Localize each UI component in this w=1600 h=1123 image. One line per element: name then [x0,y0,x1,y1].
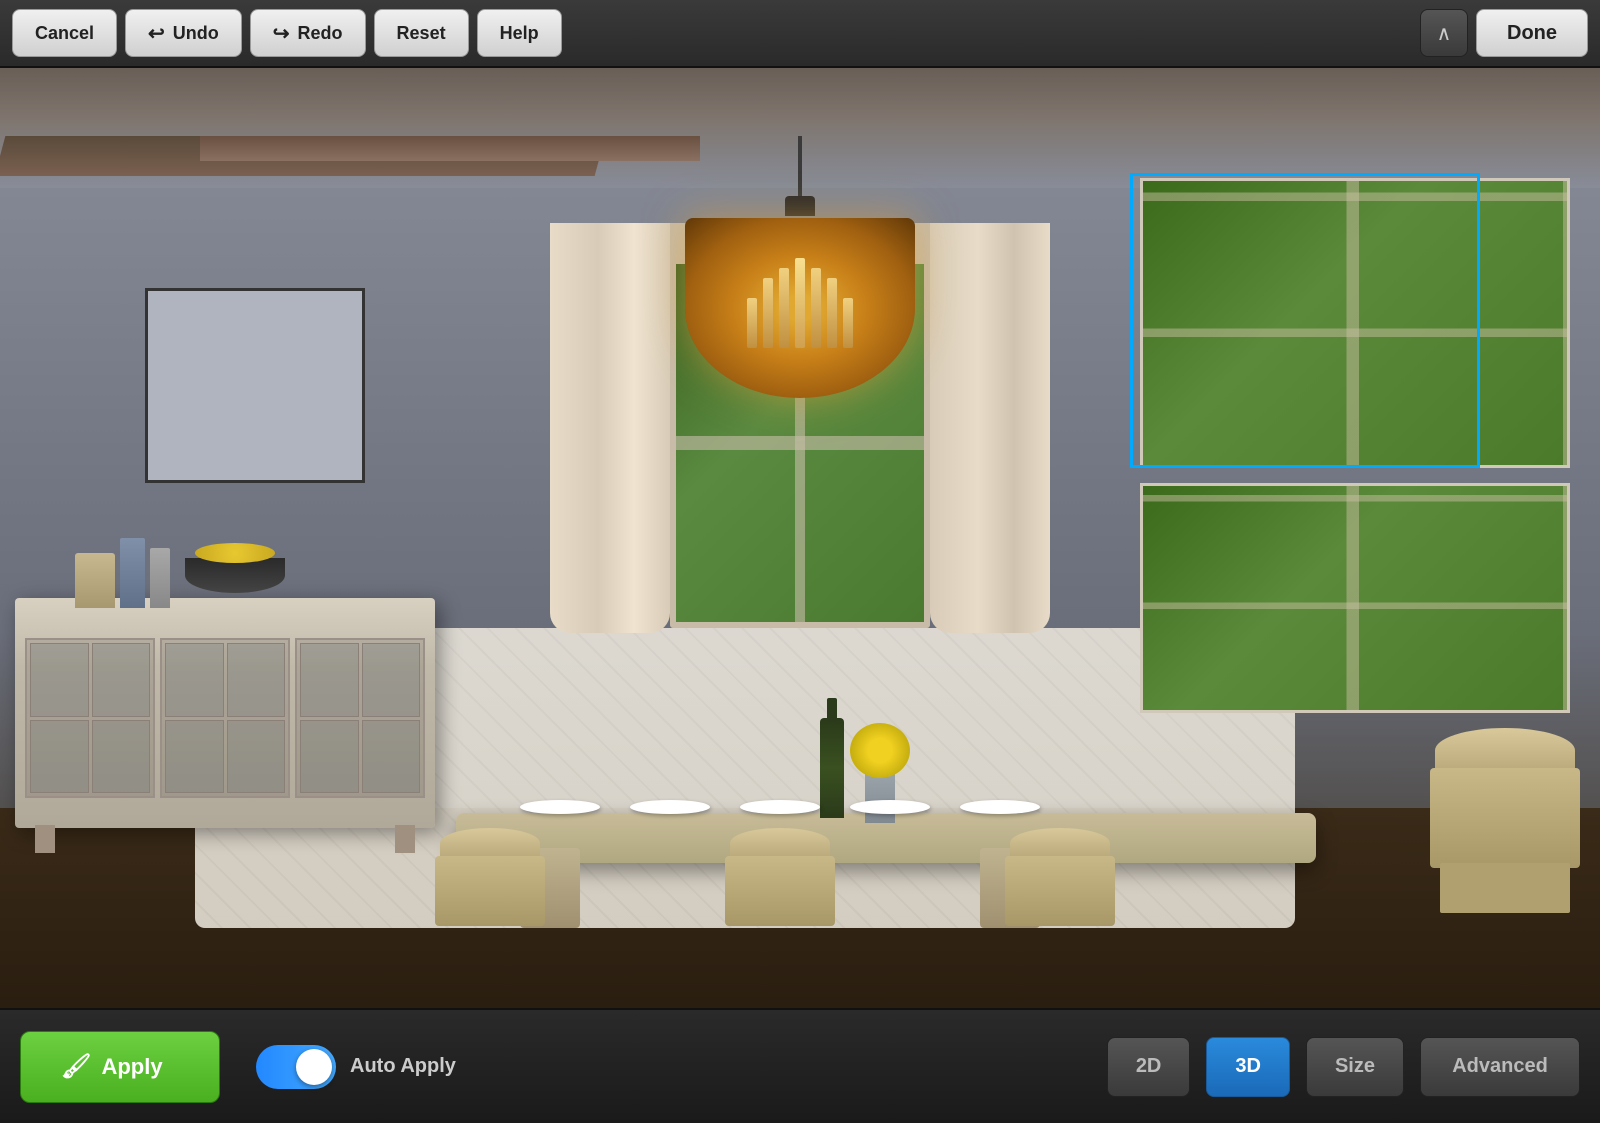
plate-3 [740,800,820,814]
plate-2 [630,800,710,814]
collapse-button[interactable]: ∧ [1420,9,1468,57]
fruit [195,543,275,563]
chandelier [685,136,915,398]
fruit-bowl [185,558,285,593]
wine-bottle [820,718,844,818]
undo-icon: ↩ [148,21,165,46]
auto-apply-label: Auto Apply [350,1055,456,1078]
undo-button[interactable]: ↩ Undo [125,9,242,57]
book-1 [75,553,115,608]
help-button[interactable]: Help [477,9,562,57]
redo-button[interactable]: ↪ Redo [250,9,366,57]
redo-icon: ↪ [273,21,290,46]
size-button[interactable]: Size [1306,1037,1404,1097]
chandelier-mount [785,196,815,216]
chandelier-body [685,218,915,398]
sideboard-door-1 [25,638,155,798]
scene-viewport[interactable] [0,68,1600,1008]
top-toolbar: Cancel ↩ Undo ↪ Redo Reset Help ∧ Done [0,0,1600,68]
wall-art-frame [145,288,365,483]
sideboard-door-3 [295,638,425,798]
plate-4 [850,800,930,814]
window-lower-right [1140,483,1570,713]
chandelier-crystals [747,258,853,358]
apply-label: Apply [101,1054,162,1080]
chair-front-left [430,828,550,948]
ceiling-beam-2 [200,136,700,161]
book-3 [150,548,170,608]
chair-far-right [1430,728,1580,908]
chandelier-chain [798,136,802,196]
reset-button[interactable]: Reset [374,9,469,57]
auto-apply-section: Auto Apply [256,1045,456,1089]
plate-1 [520,800,600,814]
sideboard-doors [25,638,425,798]
sideboard-leg-1 [35,825,55,853]
advanced-button[interactable]: Advanced [1420,1037,1580,1097]
done-button[interactable]: Done [1476,9,1588,57]
chair-front-right [1000,828,1120,948]
apply-button[interactable]: 🖌 Apply [20,1031,220,1103]
bottom-toolbar: 🖌 Apply Auto Apply 2D 3D Size Advanced [0,1008,1600,1123]
sideboard-door-2 [160,638,290,798]
sideboard-decor [75,538,170,608]
plate-5 [960,800,1040,814]
chevron-up-icon: ∧ [1437,21,1452,46]
view-3d-button[interactable]: 3D [1206,1037,1290,1097]
view-2d-button[interactable]: 2D [1107,1037,1191,1097]
auto-apply-toggle[interactable] [256,1045,336,1089]
chair-front-center [720,828,840,948]
sideboard-furniture [15,598,435,828]
paintbrush-icon: 🖌 [61,1052,91,1081]
cancel-button[interactable]: Cancel [12,9,117,57]
curtain-left [550,223,670,633]
curtain-right [930,223,1050,633]
toggle-knob [296,1049,332,1085]
book-2 [120,538,145,608]
window-upper-right [1140,178,1570,468]
sideboard-leg-2 [395,825,415,853]
